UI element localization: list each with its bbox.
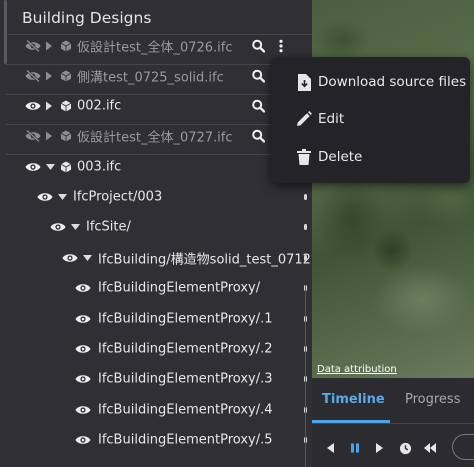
cube-icon — [61, 100, 71, 112]
eye-off-icon[interactable] — [25, 130, 41, 142]
tree-item-label: IfcBuildingElementProxy/.2 — [98, 341, 273, 357]
cube-icon — [61, 161, 71, 173]
caret-right-icon[interactable] — [46, 71, 52, 81]
tree-item[interactable]: 仮設計test_全体_0727.ifc — [0, 121, 312, 151]
clock-icon[interactable] — [397, 440, 413, 456]
eye-off-icon[interactable] — [25, 70, 41, 82]
tree-item[interactable]: 側溝test_0725_solid.ifc — [0, 61, 312, 91]
eye-icon[interactable] — [75, 344, 91, 355]
scroll-marker — [304, 224, 307, 230]
tree-item-label: IfcBuildingElementProxy/.3 — [98, 371, 273, 387]
tree-item-label: 003.ifc — [77, 159, 122, 175]
step-back-icon[interactable] — [322, 440, 338, 456]
eye-icon[interactable] — [37, 192, 53, 203]
pencil-icon — [295, 110, 313, 128]
tree-item[interactable]: IfcBuildingElementProxy/.3 — [0, 364, 312, 394]
pause-icon[interactable] — [347, 440, 363, 456]
tree-item[interactable]: IfcBuildingElementProxy/.4 — [0, 395, 312, 425]
caret-down-icon[interactable] — [83, 255, 92, 261]
panel-title: Building Designs — [22, 9, 152, 27]
tree-item[interactable]: IfcBuildingElementProxy/.2 — [0, 334, 312, 364]
menu-item-delete[interactable]: Delete — [271, 139, 470, 175]
tree-item[interactable]: IfcProject/003 — [0, 182, 312, 212]
step-forward-icon[interactable] — [372, 440, 388, 456]
zoom-to-icon[interactable] — [252, 69, 265, 83]
eye-icon[interactable] — [75, 405, 91, 416]
tab-progress[interactable]: Progress — [405, 392, 460, 407]
eye-icon[interactable] — [25, 162, 41, 173]
tree-item-label: 仮設計test_全体_0726.ifc — [77, 40, 233, 56]
eye-icon[interactable] — [75, 374, 91, 385]
cube-icon — [61, 40, 71, 52]
tree-item-label: 側溝test_0725_solid.ifc — [77, 70, 224, 86]
tree-item-label: IfcProject/003 — [73, 189, 163, 205]
tree-item[interactable]: 仮設計test_全体_0726.ifc — [0, 31, 312, 61]
tree-scrollbar[interactable] — [305, 285, 306, 467]
menu-item-label: Delete — [318, 149, 363, 165]
tree-item[interactable]: IfcBuilding/構造物solid_test_0712 — [0, 243, 312, 273]
eye-icon[interactable] — [75, 435, 91, 446]
menu-item-download-source-files[interactable]: Download source files — [271, 64, 470, 100]
rewind-icon[interactable] — [422, 440, 438, 456]
eye-icon[interactable] — [25, 101, 41, 112]
caret-down-icon[interactable] — [46, 164, 55, 170]
tree-item[interactable]: IfcBuildingElementProxy/.1 — [0, 304, 312, 334]
menu-item-label: Edit — [318, 111, 345, 127]
tab-timeline[interactable]: Timeline — [322, 392, 385, 407]
zoom-to-icon[interactable] — [252, 129, 265, 143]
eye-icon[interactable] — [75, 314, 91, 325]
eye-icon[interactable] — [75, 283, 91, 294]
caret-right-icon[interactable] — [46, 101, 52, 111]
design-context-menu: Download source files Edit Delete — [271, 57, 470, 183]
tree-item[interactable]: 003.ifc — [0, 152, 312, 182]
scroll-marker — [304, 194, 307, 200]
cube-icon — [61, 70, 71, 82]
download-file-icon — [295, 73, 313, 91]
eye-icon[interactable] — [62, 253, 78, 264]
timeline-panel: Timeline Progress — [312, 378, 474, 467]
tree-item-label: IfcBuilding/構造物solid_test_0712 — [98, 252, 311, 268]
caret-right-icon[interactable] — [46, 41, 52, 51]
tree-item[interactable]: IfcSite/ — [0, 212, 312, 242]
tree-item-label: IfcSite/ — [86, 219, 131, 235]
zoom-to-icon[interactable] — [252, 99, 265, 113]
scroll-marker — [304, 255, 307, 261]
tree-item-label: IfcBuildingElementProxy/.1 — [98, 311, 273, 327]
cube-icon — [61, 130, 71, 142]
tree-item[interactable]: IfcBuildingElementProxy/ — [0, 273, 312, 303]
eye-icon[interactable] — [50, 222, 66, 233]
eye-off-icon[interactable] — [25, 40, 41, 52]
speed-toggle[interactable] — [452, 434, 474, 460]
menu-item-edit[interactable]: Edit — [271, 101, 470, 137]
tree-item-label: IfcBuildingElementProxy/.4 — [98, 402, 273, 418]
zoom-to-icon[interactable] — [252, 39, 265, 53]
tree-item-label: 仮設計test_全体_0727.ifc — [77, 130, 233, 146]
tree-item-label: IfcBuildingElementProxy/.5 — [98, 432, 273, 448]
tree-item[interactable]: 002.ifc — [0, 91, 312, 121]
caret-down-icon[interactable] — [58, 194, 67, 200]
caret-down-icon[interactable] — [71, 224, 80, 230]
caret-right-icon[interactable] — [46, 131, 52, 141]
data-attribution-link[interactable]: Data attribution — [317, 364, 397, 375]
building-designs-panel: Building Designs 仮設計test_全体_0726.ifc 側溝te… — [0, 0, 312, 467]
trash-icon — [295, 148, 313, 166]
tree-item[interactable]: IfcBuildingElementProxy/.5 — [0, 425, 312, 455]
divider — [312, 423, 474, 424]
more-vert-icon[interactable] — [279, 39, 283, 53]
tree-item-label: 002.ifc — [77, 98, 122, 114]
menu-item-label: Download source files — [318, 74, 467, 90]
tree-item-label: IfcBuildingElementProxy/ — [98, 280, 261, 296]
